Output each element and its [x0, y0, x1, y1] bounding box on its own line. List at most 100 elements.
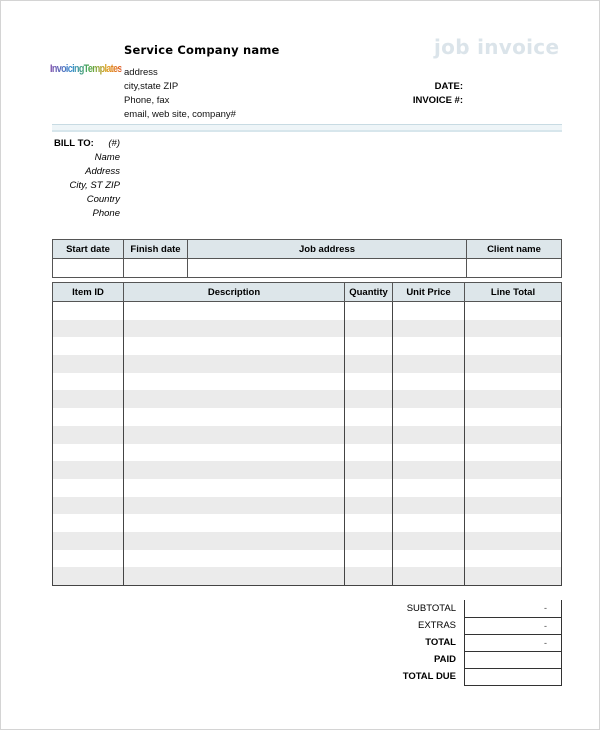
line-total-cell[interactable] [464, 461, 562, 479]
description-cell[interactable] [123, 461, 345, 479]
paid-value[interactable] [464, 650, 562, 669]
bill-to-city-st-zip[interactable]: City, ST ZIP [70, 180, 121, 191]
quantity-cell[interactable] [344, 567, 393, 587]
unit-price-cell[interactable] [392, 425, 465, 444]
unit-price-cell[interactable] [392, 408, 465, 426]
item-id-cell[interactable] [52, 319, 124, 338]
line-total-cell[interactable] [464, 301, 562, 320]
description-cell[interactable] [123, 496, 345, 515]
company-email-web[interactable]: email, web site, company# [124, 109, 236, 120]
description-cell[interactable] [123, 390, 345, 409]
item-id-cell[interactable] [52, 461, 124, 479]
line-total-cell[interactable] [464, 390, 562, 409]
line-total-cell[interactable] [464, 355, 562, 373]
company-name[interactable]: Service Company name [124, 43, 280, 57]
quantity-cell[interactable] [344, 514, 393, 532]
quantity-cell[interactable] [344, 390, 393, 409]
unit-price-cell[interactable] [392, 478, 465, 497]
item-id-cell[interactable] [52, 372, 124, 391]
unit-price-cell[interactable] [392, 390, 465, 409]
quantity-cell[interactable] [344, 425, 393, 444]
company-phone-fax[interactable]: Phone, fax [124, 95, 169, 106]
client-name-cell[interactable] [466, 258, 562, 278]
unit-price-cell[interactable] [392, 372, 465, 391]
item-id-cell[interactable] [52, 425, 124, 444]
line-total-cell[interactable] [464, 567, 562, 587]
item-id-cell[interactable] [52, 301, 124, 320]
description-cell[interactable] [123, 408, 345, 426]
line-total-cell[interactable] [464, 425, 562, 444]
item-id-cell[interactable] [52, 531, 124, 550]
unit-price-cell[interactable] [392, 319, 465, 338]
bill-to-country[interactable]: Country [87, 194, 120, 205]
description-cell[interactable] [123, 372, 345, 391]
line-total-cell[interactable] [464, 531, 562, 550]
item-id-cell[interactable] [52, 355, 124, 373]
quantity-cell[interactable] [344, 337, 393, 356]
line-total-cell[interactable] [464, 496, 562, 515]
quantity-cell[interactable] [344, 461, 393, 479]
unit-price-cell[interactable] [392, 567, 465, 587]
item-id-cell[interactable] [52, 337, 124, 356]
unit-price-cell[interactable] [392, 514, 465, 532]
quantity-cell[interactable] [344, 443, 393, 462]
unit-price-cell[interactable] [392, 549, 465, 568]
description-cell[interactable] [123, 319, 345, 338]
line-total-cell[interactable] [464, 319, 562, 338]
line-total-cell[interactable] [464, 514, 562, 532]
line-total-cell[interactable] [464, 337, 562, 356]
description-cell[interactable] [123, 301, 345, 320]
company-city-state-zip[interactable]: city,state ZIP [124, 81, 178, 92]
description-cell[interactable] [123, 337, 345, 356]
line-total-cell[interactable] [464, 549, 562, 568]
extras-value[interactable]: - [464, 616, 562, 635]
item-id-cell[interactable] [52, 408, 124, 426]
start-date-cell[interactable] [52, 258, 124, 278]
total-value[interactable]: - [464, 633, 562, 652]
job-address-cell[interactable] [187, 258, 467, 278]
unit-price-cell[interactable] [392, 496, 465, 515]
quantity-cell[interactable] [344, 549, 393, 568]
line-total-cell[interactable] [464, 408, 562, 426]
description-cell[interactable] [123, 478, 345, 497]
company-address[interactable]: address [124, 67, 158, 78]
description-cell[interactable] [123, 531, 345, 550]
subtotal-value[interactable]: - [464, 600, 562, 618]
bill-to-number[interactable]: (#) [108, 138, 120, 149]
quantity-cell[interactable] [344, 301, 393, 320]
unit-price-cell[interactable] [392, 461, 465, 479]
unit-price-cell[interactable] [392, 355, 465, 373]
item-id-cell[interactable] [52, 478, 124, 497]
description-cell[interactable] [123, 549, 345, 568]
description-cell[interactable] [123, 425, 345, 444]
quantity-cell[interactable] [344, 408, 393, 426]
bill-to-phone[interactable]: Phone [93, 208, 120, 219]
line-total-cell[interactable] [464, 478, 562, 497]
quantity-cell[interactable] [344, 478, 393, 497]
description-cell[interactable] [123, 355, 345, 373]
item-id-cell[interactable] [52, 496, 124, 515]
finish-date-cell[interactable] [123, 258, 188, 278]
item-id-cell[interactable] [52, 567, 124, 587]
item-id-cell[interactable] [52, 390, 124, 409]
description-cell[interactable] [123, 567, 345, 587]
quantity-cell[interactable] [344, 496, 393, 515]
item-id-cell[interactable] [52, 443, 124, 462]
bill-to-address[interactable]: Address [85, 166, 120, 177]
item-id-cell[interactable] [52, 514, 124, 532]
item-id-cell[interactable] [52, 549, 124, 568]
description-cell[interactable] [123, 443, 345, 462]
total-due-value[interactable] [464, 667, 562, 686]
unit-price-cell[interactable] [392, 337, 465, 356]
line-total-cell[interactable] [464, 443, 562, 462]
unit-price-cell[interactable] [392, 531, 465, 550]
description-cell[interactable] [123, 514, 345, 532]
bill-to-name[interactable]: Name [95, 152, 120, 163]
unit-price-cell[interactable] [392, 443, 465, 462]
quantity-cell[interactable] [344, 355, 393, 373]
line-total-cell[interactable] [464, 372, 562, 391]
unit-price-cell[interactable] [392, 301, 465, 320]
quantity-cell[interactable] [344, 319, 393, 338]
quantity-cell[interactable] [344, 531, 393, 550]
quantity-cell[interactable] [344, 372, 393, 391]
